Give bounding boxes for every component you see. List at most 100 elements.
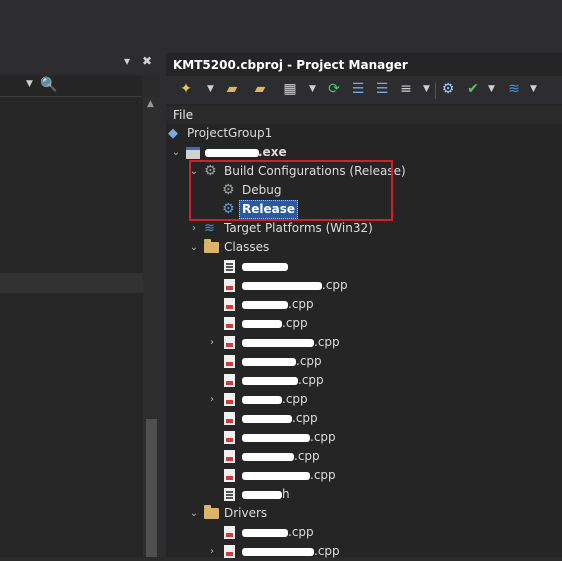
close-icon[interactable]: ✖	[142, 54, 157, 69]
tree-item-classes-folder[interactable]: ⌄ Classes	[166, 238, 546, 257]
list-item[interactable]: .cpp	[166, 276, 546, 295]
cpp-file-icon	[224, 393, 235, 406]
left-panel-toolbar: ▾ ✖	[0, 50, 160, 74]
left-dock-panel: ▾ ✖ ▼ 🔍 ▲	[0, 0, 160, 557]
platforms-icon: ≋	[204, 221, 215, 236]
cpp-file-icon	[224, 279, 235, 292]
chevron-down-icon[interactable]: ⌄	[188, 238, 200, 257]
tree-item-label: Target Platforms (Win32)	[224, 221, 373, 235]
chevron-right-icon[interactable]: ›	[206, 390, 218, 409]
list-item[interactable]: h	[166, 485, 546, 504]
header-file-icon	[224, 260, 235, 273]
list-item[interactable]: › .cpp	[166, 390, 546, 409]
chevron-right-icon[interactable]: ›	[206, 542, 218, 561]
list-item[interactable]: .cpp	[166, 314, 546, 333]
expand-icon[interactable]: ☰	[350, 81, 366, 97]
list-item[interactable]	[166, 257, 546, 276]
chevron-down-icon[interactable]: ⌄	[170, 143, 182, 162]
highlight-box	[189, 160, 393, 221]
list-item[interactable]: .cpp	[166, 523, 546, 542]
chevron-down-icon[interactable]: ▼	[530, 84, 537, 94]
redacted-text	[242, 548, 314, 556]
collapse-icon[interactable]: ☰	[374, 81, 390, 97]
tree-item-label: .cpp	[288, 525, 314, 539]
cpp-file-icon	[224, 450, 235, 463]
chevron-down-icon[interactable]: ⌄	[188, 504, 200, 523]
redacted-text	[242, 472, 310, 480]
redacted-text	[242, 263, 288, 271]
redacted-text	[242, 320, 282, 328]
tree-column-header[interactable]: File	[166, 106, 562, 124]
tree-item-target-platforms[interactable]: › ≋ Target Platforms (Win32)	[166, 219, 546, 238]
new-item-icon[interactable]: ✦	[178, 81, 194, 97]
tree-item-label: .cpp	[322, 278, 348, 292]
project-manager-panel: KMT5200.cbproj - Project Manager ✦ ▼ ▰ ▰…	[166, 0, 562, 558]
folder-icon	[204, 505, 219, 519]
cpp-file-icon	[224, 469, 235, 482]
list-item[interactable]: .cpp	[166, 352, 546, 371]
redacted-text	[242, 301, 288, 309]
tree-item-project-group[interactable]: ◆ ProjectGroup1	[166, 124, 546, 143]
tree-item-label: .cpp	[294, 449, 320, 463]
redacted-text	[242, 529, 288, 537]
list-item[interactable]: .cpp	[166, 409, 546, 428]
open-folder-icon[interactable]: ▰	[252, 81, 268, 97]
chevron-down-icon[interactable]: ▼	[488, 84, 495, 94]
exe-icon	[186, 147, 200, 159]
project-manager-top-area	[166, 0, 562, 53]
list-icon[interactable]: ≡	[398, 81, 414, 97]
chevron-right-icon[interactable]: ›	[206, 333, 218, 352]
list-item[interactable]: .cpp	[166, 447, 546, 466]
platform-icon[interactable]: ≋	[506, 81, 522, 97]
chevron-right-icon[interactable]: ›	[188, 219, 200, 238]
sync-icon[interactable]: ⟳	[326, 81, 342, 97]
list-item[interactable]: .cpp	[166, 295, 546, 314]
list-item[interactable]: › .cpp	[166, 542, 546, 561]
left-panel-search-combo[interactable]: ▼ 🔍	[0, 76, 142, 97]
project-group-icon: ◆	[168, 126, 178, 141]
build-config-icon[interactable]: ⚙	[440, 81, 456, 97]
left-panel-titlebar	[0, 0, 160, 50]
scrollbar-thumb[interactable]	[146, 419, 157, 557]
tree-item-drivers-folder[interactable]: ⌄ Drivers	[166, 504, 546, 523]
check-icon[interactable]: ✔	[465, 81, 481, 97]
list-item[interactable]: .cpp	[166, 466, 546, 485]
redacted-text	[242, 396, 282, 404]
pin-icon[interactable]: ▾	[124, 54, 139, 69]
left-panel-scrollbar[interactable]: ▲	[143, 97, 160, 557]
tree-item-label: .cpp	[282, 316, 308, 330]
chevron-down-icon[interactable]: ▼	[309, 84, 316, 94]
tree-item-label: .cpp	[292, 411, 318, 425]
cpp-file-icon	[224, 317, 235, 330]
tree-item-label: Classes	[224, 240, 270, 254]
left-panel-highlight-row	[0, 273, 143, 293]
cpp-file-icon	[224, 298, 235, 311]
column-header-file: File	[173, 108, 194, 122]
project-manager-toolbar: ✦ ▼ ▰ ▰ ▦ ▼ ⟳ ☰ ☰ ≡ ▼ ⚙ ✔ ▼ ≋ ▼	[166, 76, 562, 104]
redacted-text	[242, 415, 292, 423]
cpp-file-icon	[224, 374, 235, 387]
tree-scrollbar[interactable]	[550, 124, 562, 557]
redacted-text	[242, 358, 296, 366]
redacted-text	[242, 377, 298, 385]
chevron-down-icon[interactable]: ▼	[423, 84, 430, 94]
chevron-down-icon[interactable]: ▼	[26, 79, 33, 89]
list-item[interactable]: .cpp	[166, 428, 546, 447]
tree-item-label: Drivers	[224, 506, 268, 520]
cpp-file-icon	[224, 336, 235, 349]
cpp-file-icon	[224, 545, 235, 558]
tree-item-label: .cpp	[310, 430, 336, 444]
add-folder-icon[interactable]: ▰	[224, 81, 240, 97]
search-icon[interactable]: 🔍	[40, 77, 57, 93]
toolbar-separator	[435, 83, 436, 99]
tree-item-label: .cpp	[288, 297, 314, 311]
list-item[interactable]: › .cpp	[166, 333, 546, 352]
chevron-down-icon[interactable]: ▼	[207, 84, 214, 94]
header-file-icon	[224, 488, 235, 501]
redacted-text	[205, 149, 259, 157]
scroll-up-icon[interactable]: ▲	[147, 99, 154, 109]
tree-item-label: .cpp	[282, 392, 308, 406]
view-icon[interactable]: ▦	[282, 81, 298, 97]
list-item[interactable]: .cpp	[166, 371, 546, 390]
redacted-text	[242, 491, 282, 499]
